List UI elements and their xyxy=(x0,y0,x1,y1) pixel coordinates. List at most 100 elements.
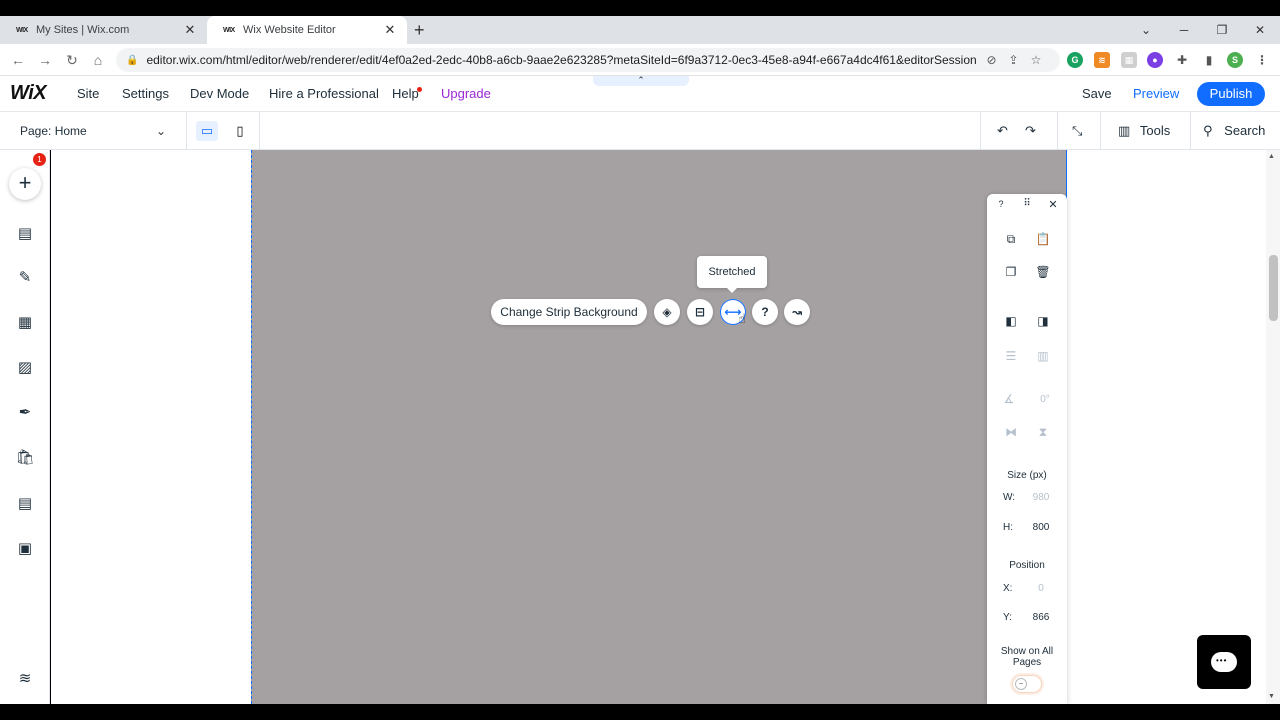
app-market-icon[interactable]: ▣ xyxy=(13,537,37,561)
close-tab-icon[interactable]: ✕ xyxy=(183,22,197,38)
blog-icon[interactable]: ✒ xyxy=(13,401,37,425)
panel-help-icon[interactable]: ? xyxy=(992,199,1010,209)
browser-tab-my-sites[interactable]: WIX My Sites | Wix.com ✕ xyxy=(0,16,207,44)
screen: WIX My Sites | Wix.com ✕ WIX Wix Website… xyxy=(0,0,1280,720)
menu-hire-professional[interactable]: Hire a Professional xyxy=(269,76,379,112)
editor-sub-bar: Page: Home ⌄ ▭ ▯ ↶ ↷ ⤡ ▥ Tools ⚲ Search xyxy=(0,112,1280,150)
reload-icon[interactable]: ↻ xyxy=(62,44,82,76)
scroll-down-icon[interactable]: ▼ xyxy=(1268,693,1275,700)
lock-icon[interactable]: 🔒 xyxy=(126,55,138,66)
tools-button[interactable]: ▥ Tools xyxy=(1118,112,1170,150)
tab-title: Wix Website Editor xyxy=(243,24,336,36)
height-field[interactable]: 800 xyxy=(1027,522,1055,533)
match-size-icon: ▥ xyxy=(1037,349,1049,363)
back-icon[interactable]: ← xyxy=(8,44,28,76)
address-bar[interactable]: 🔒 editor.wix.com/html/editor/web/rendere… xyxy=(116,48,1060,72)
site-design-icon[interactable]: ✎ xyxy=(13,266,37,290)
close-tab-icon[interactable]: ✕ xyxy=(383,22,397,38)
animation-icon[interactable]: ◈ xyxy=(654,299,680,325)
zoom-out-icon[interactable]: ⤡ xyxy=(1072,112,1082,150)
y-field[interactable]: 866 xyxy=(1027,612,1055,623)
redo-icon[interactable]: ↷ xyxy=(1025,112,1036,150)
duplicate-icon[interactable]: ❐ xyxy=(1002,265,1020,279)
menu-dev-mode[interactable]: Dev Mode xyxy=(190,76,249,112)
flip-horizontal-icon: ⧓ xyxy=(1005,425,1017,439)
menu-settings[interactable]: Settings xyxy=(122,76,169,112)
layers-icon[interactable]: ≋ xyxy=(13,667,37,691)
publish-button[interactable]: Publish xyxy=(1197,82,1265,106)
color-extension-icon[interactable]: ● xyxy=(1147,52,1163,68)
mobile-view-icon[interactable]: ▯ xyxy=(229,121,251,141)
stretched-tooltip: Stretched xyxy=(697,256,767,293)
extensions-puzzle-icon[interactable]: ✚ xyxy=(1174,52,1190,68)
menu-site[interactable]: Site xyxy=(77,76,99,112)
image-extension-icon[interactable]: ▦ xyxy=(1121,52,1137,68)
x-key: X: xyxy=(1003,583,1013,594)
forward-icon[interactable]: → xyxy=(35,44,55,76)
menu-help[interactable]: Help xyxy=(392,76,419,112)
canvas-scrollbar[interactable]: ▲ ▼ xyxy=(1266,150,1280,704)
search-button[interactable]: ⚲ Search xyxy=(1203,112,1265,150)
url-text[interactable]: editor.wix.com/html/editor/web/renderer/… xyxy=(146,53,976,67)
left-toolbar: + ▤ ✎ ▦ ▨ ✒ 🛍 ▤ ▣ ≋ xyxy=(0,150,50,704)
notification-badge: 1 xyxy=(33,153,46,166)
scroll-up-icon[interactable]: ▲ xyxy=(1268,153,1275,160)
selected-strip[interactable] xyxy=(251,150,1067,704)
rotation-value: 0° xyxy=(1040,394,1050,405)
wix-favicon-icon: WIX xyxy=(16,26,28,34)
size-label: Size (px) xyxy=(1007,470,1047,481)
page-selector[interactable]: Page: Home ⌄ xyxy=(20,112,170,150)
scrollbar-thumb[interactable] xyxy=(1269,255,1278,321)
browser-tab-editor[interactable]: WIX Wix Website Editor ✕ xyxy=(207,16,407,44)
hand-cursor-icon: ☝ xyxy=(738,311,746,326)
delete-icon[interactable]: 🗑 xyxy=(1034,265,1052,279)
divider xyxy=(1057,112,1058,150)
profile-avatar[interactable]: S xyxy=(1227,52,1243,68)
undo-icon[interactable]: ↶ xyxy=(997,112,1008,150)
chat-button[interactable]: ••• xyxy=(1197,635,1251,689)
preview-button[interactable]: Preview xyxy=(1133,76,1179,112)
copy-icon[interactable]: ⧉ xyxy=(1002,232,1020,247)
show-on-all-pages-toggle[interactable]: − xyxy=(1012,675,1042,693)
save-button[interactable]: Save xyxy=(1082,76,1112,112)
x-field: 0 xyxy=(1038,583,1044,594)
drag-handle-icon[interactable]: ⠿ xyxy=(1018,198,1036,209)
editor-canvas[interactable] xyxy=(51,150,1266,704)
close-window-icon[interactable]: ✕ xyxy=(1245,16,1275,44)
cms-icon[interactable]: ▤ xyxy=(13,492,37,516)
store-icon[interactable]: 🛍 xyxy=(13,446,37,470)
browser-menu-icon[interactable]: ⋮ xyxy=(1254,52,1270,68)
home-icon[interactable]: ⌂ xyxy=(88,44,108,76)
paste-icon[interactable]: 📋 xyxy=(1034,232,1052,246)
browser-toolbar: ← → ↻ ⌂ 🔒 editor.wix.com/html/editor/web… xyxy=(0,44,1280,76)
pages-menu-icon[interactable]: ▤ xyxy=(13,222,37,246)
device-switcher: ▭ ▯ xyxy=(186,112,260,150)
tab-title: My Sites | Wix.com xyxy=(36,24,130,36)
bookmark-star-icon[interactable]: ☆ xyxy=(1031,53,1042,67)
collapse-top-bar-handle[interactable]: ⌃ xyxy=(593,76,689,86)
minimize-icon[interactable]: ─ xyxy=(1169,16,1199,44)
share-icon[interactable]: ⇪ xyxy=(1009,53,1019,67)
close-icon[interactable]: ✕ xyxy=(1044,198,1062,211)
camera-off-icon[interactable]: ⊘ xyxy=(986,53,996,67)
layout-icon[interactable]: ⊟ xyxy=(687,299,713,325)
wix-logo[interactable]: WiX xyxy=(10,82,47,105)
chat-dots-icon: ••• xyxy=(1216,656,1228,665)
align-icon[interactable]: ◨ xyxy=(1034,314,1052,328)
new-tab-icon[interactable]: + xyxy=(414,16,425,44)
grammarly-extension-icon[interactable]: G xyxy=(1067,52,1083,68)
tab-search-icon[interactable]: ⌄ xyxy=(1131,16,1161,44)
rss-extension-icon[interactable]: ≋ xyxy=(1094,52,1110,68)
arrange-icon[interactable]: ◧ xyxy=(1002,314,1020,328)
divider xyxy=(1190,112,1191,150)
add-apps-icon[interactable]: ▦ xyxy=(13,311,37,335)
side-panel-icon[interactable]: ▮ xyxy=(1201,52,1217,68)
media-icon[interactable]: ▨ xyxy=(13,356,37,380)
restore-icon[interactable]: ❐ xyxy=(1207,16,1237,44)
desktop-view-icon[interactable]: ▭ xyxy=(196,121,218,141)
connect-icon[interactable]: ↝ xyxy=(784,299,810,325)
menu-upgrade[interactable]: Upgrade xyxy=(441,76,491,112)
help-icon[interactable]: ? xyxy=(752,299,778,325)
change-strip-background-button[interactable]: Change Strip Background xyxy=(491,299,647,325)
add-elements-button[interactable]: + xyxy=(9,168,41,200)
